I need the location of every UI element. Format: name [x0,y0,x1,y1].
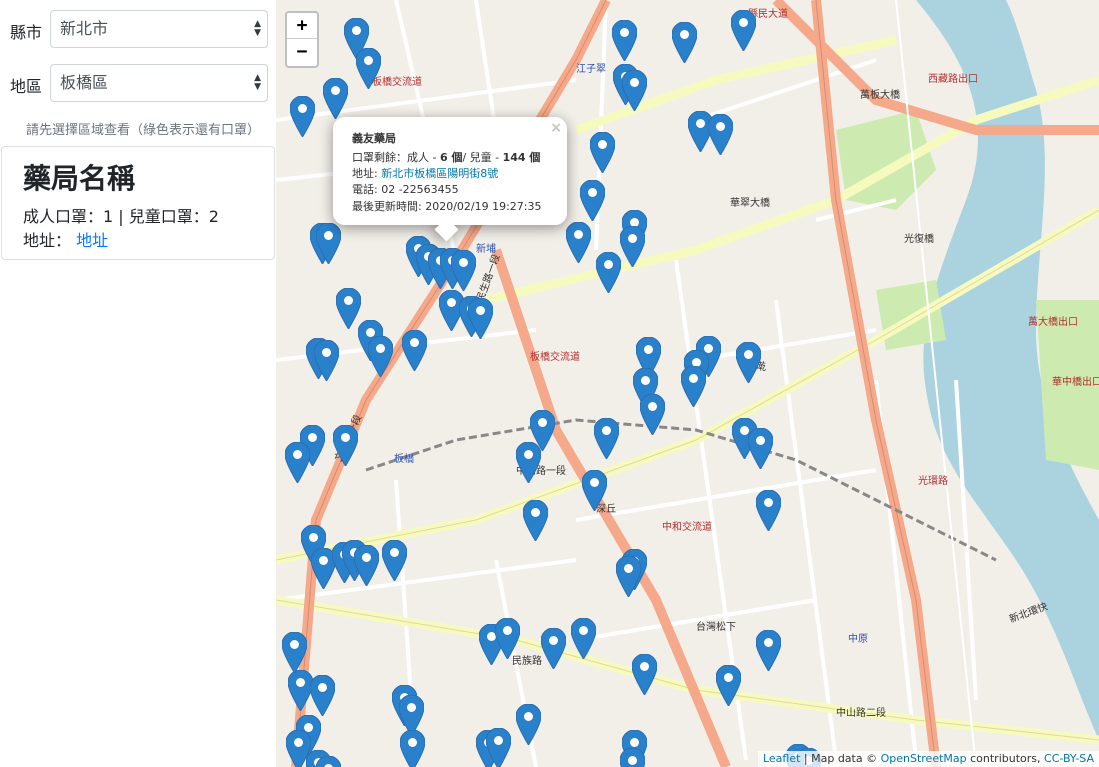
pharmacy-marker-icon[interactable] [355,47,382,90]
pharmacy-marker-icon[interactable] [611,19,638,62]
map-label: 光復橋 [904,234,934,245]
pharmacy-marker-icon[interactable] [494,617,521,660]
map-label: 萬大橋出口 [1028,317,1078,328]
city-select[interactable]: 新北市 ▲ ▼ [50,10,268,48]
popup-address-label: 地址: [352,167,382,180]
popup-adult-count: 6 個 [439,151,463,164]
pharmacy-marker-icon[interactable] [671,21,698,64]
sidebar: 縣市 新北市 ▲ ▼ 地區 板橋區 ▲ ▼ 請先選擇區域查看（綠色表示還有口罩） 藥… [0,0,276,767]
pharmacy-marker-icon[interactable] [313,339,340,382]
pharmacy-marker-icon[interactable] [589,131,616,174]
district-label: 地區 [10,77,43,96]
map-label: 西藏路出口 [928,74,978,85]
leaflet-link[interactable]: Leaflet [763,752,800,765]
map-label: 光環路 [918,476,948,487]
popup-mask-mid: / 兒童 - [462,151,503,164]
popup-updated: 最後更新時間: 2020/02/19 19:27:35 [352,200,542,213]
pharmacy-marker-icon[interactable] [522,499,549,542]
map-label: 板橋交流道 [530,352,580,363]
pharmacy-marker-icon[interactable] [755,489,782,532]
pharmacy-marker-icon[interactable] [515,441,542,484]
district-row: 地區 板橋區 ▲ ▼ [0,63,276,103]
pharmacy-marker-icon[interactable] [715,664,742,707]
pharmacy-marker-icon[interactable] [322,77,349,120]
district-select-value: 板橋區 [60,73,109,92]
pharmacy-marker-icon[interactable] [284,441,311,484]
popup-mask-line: 口罩剩餘：成人 - 6 個/ 兒童 - 144 個 [352,149,540,165]
pharmacy-marker-icon[interactable] [619,747,646,767]
pharmacy-marker-icon[interactable] [680,365,707,408]
pharmacy-marker-icon[interactable] [730,9,757,52]
pharmacy-marker-icon[interactable] [381,539,408,582]
map-label: 台灣松下 [696,622,736,633]
map-label: 萬板大橋 [860,90,900,101]
pharmacy-marker-icon[interactable] [570,617,597,660]
pharmacy-marker-icon[interactable] [735,341,762,384]
popup-pharmacy-name: 義友藥局 [352,132,396,145]
pharmacy-marker-icon[interactable] [332,424,359,467]
pharmacy-marker-icon[interactable] [353,544,380,587]
pharmacy-marker-icon[interactable] [450,249,477,292]
pharmacy-marker-icon[interactable] [540,627,567,670]
pharmacy-marker-icon[interactable] [615,555,642,598]
district-select[interactable]: 板橋區 ▲ ▼ [50,64,268,102]
popup-close-icon[interactable]: × [550,120,562,136]
pharmacy-marker-icon[interactable] [595,251,622,294]
pharmacy-card: 藥局名稱 成人口罩：1 | 兒童口罩：2 地址： 地址 [1,146,275,260]
pharmacy-marker-icon[interactable] [515,703,542,746]
map-label: 中和交流道 [662,522,712,533]
popup-address-line: 地址: 新北市板橋區陽明街8號 [352,165,498,181]
pharmacy-marker-icon[interactable] [289,95,316,138]
popup-address-link[interactable]: 新北市板橋區陽明街8號 [381,167,498,180]
map-attribution: Leaflet | Map data © OpenStreetMap contr… [757,751,1099,767]
pharmacy-popup: 義友藥局 口罩剩餘：成人 - 6 個/ 兒童 - 144 個 地址: 新北市板橋… [333,117,567,242]
pharmacy-marker-icon[interactable] [367,335,394,378]
pharmacy-marker-icon[interactable] [621,69,648,112]
pharmacy-marker-icon[interactable] [565,221,592,264]
pharmacy-marker-icon[interactable] [309,674,336,717]
pharmacy-marker-icon[interactable] [315,755,342,767]
pharmacy-marker-icon[interactable] [581,469,608,512]
zoom-control: + − [285,11,319,68]
osm-link[interactable]: OpenStreetMap [881,752,967,765]
pharmacy-marker-icon[interactable] [619,225,646,268]
map[interactable]: + − 縣民大道 萬板大橋 西藏路出口 板橋交流道 江子翠 華翠大橋 光復橋 新… [276,0,1099,767]
mask-count-text: 成人口罩：1 | 兒童口罩：2 [23,207,219,226]
city-row: 縣市 新北市 ▲ ▼ [0,9,276,49]
pharmacy-marker-icon[interactable] [707,113,734,156]
pharmacy-marker-icon[interactable] [467,297,494,340]
pharmacy-marker-icon[interactable] [639,393,666,436]
address-label: 地址： [23,231,72,250]
pharmacy-title: 藥局名稱 [23,162,136,195]
hint-text: 請先選擇區域查看（綠色表示還有口罩） [25,123,260,138]
pharmacy-marker-icon[interactable] [747,427,774,470]
map-label: 中山路二段 [836,708,886,719]
city-label: 縣市 [10,23,43,42]
select-caret-icon: ▲ ▼ [254,19,261,38]
address-line: 地址： 地址 [23,227,108,251]
city-select-value: 新北市 [60,19,109,38]
pharmacy-marker-icon[interactable] [401,329,428,372]
map-label: 華中橋出口 [1052,377,1099,388]
pharmacy-marker-icon[interactable] [755,629,782,672]
select-caret-icon: ▲ ▼ [254,73,261,92]
map-label: 華翠大橋 [730,198,770,209]
popup-phone: 電話: 02 -22563455 [352,183,459,196]
pharmacy-marker-icon[interactable] [281,631,308,674]
pharmacy-marker-icon[interactable] [315,222,342,265]
pharmacy-marker-icon[interactable] [579,179,606,222]
popup-mask-prefix: 口罩剩餘：成人 - [352,151,440,164]
map-label: 板橋 [394,454,414,465]
license-link[interactable]: CC-BY-SA [1044,752,1094,765]
pharmacy-marker-icon[interactable] [631,653,658,696]
pharmacy-marker-icon[interactable] [399,729,426,767]
map-label: 中原 [848,634,868,645]
address-link[interactable]: 地址 [76,231,108,250]
zoom-in-button[interactable]: + [287,13,317,39]
map-label: 江子翠 [576,64,606,75]
pharmacy-marker-icon[interactable] [593,417,620,460]
popup-child-count: 144 個 [502,151,541,164]
pharmacy-marker-icon[interactable] [485,727,512,767]
zoom-out-button[interactable]: − [287,39,317,65]
